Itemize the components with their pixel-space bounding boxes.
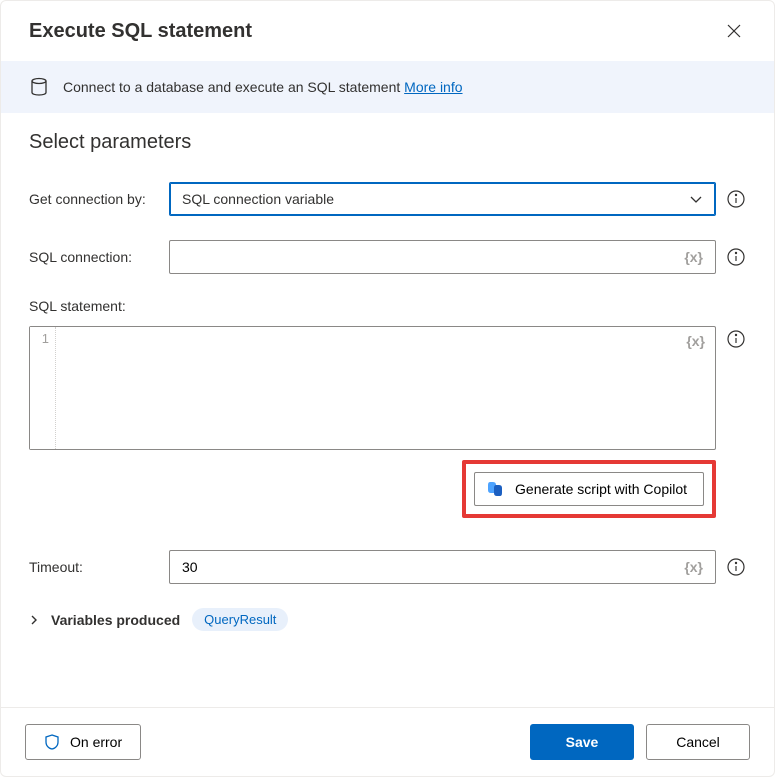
field-get-connection-by: Get connection by: SQL connection variab…: [29, 182, 746, 216]
chevron-right-icon: [29, 615, 39, 625]
sql-statement-label: SQL statement:: [29, 298, 169, 314]
sql-connection-input-wrap: {x}: [169, 240, 716, 274]
info-icon: [727, 190, 745, 208]
chevron-down-icon: [689, 192, 703, 206]
editor-body[interactable]: {x}: [56, 327, 715, 449]
variable-icon[interactable]: {x}: [684, 249, 703, 265]
field-sql-statement: SQL statement: 1 {x}: [29, 298, 746, 450]
get-connection-by-select[interactable]: SQL connection variable: [169, 182, 716, 216]
section-title: Select parameters: [29, 131, 746, 154]
timeout-input-wrap: {x}: [169, 550, 716, 584]
variable-icon[interactable]: {x}: [686, 333, 705, 349]
sql-statement-editor[interactable]: 1 {x}: [29, 326, 716, 450]
info-icon: [727, 248, 745, 266]
sql-connection-input[interactable]: [182, 249, 684, 265]
timeout-info[interactable]: [726, 557, 746, 577]
field-sql-connection: SQL connection: {x}: [29, 240, 746, 274]
get-connection-by-label: Get connection by:: [29, 191, 169, 207]
dialog-title: Execute SQL statement: [29, 20, 252, 43]
editor-gutter: 1: [30, 327, 56, 449]
on-error-label: On error: [70, 734, 122, 750]
sql-connection-label: SQL connection:: [29, 249, 169, 265]
variable-chip-queryresult[interactable]: QueryResult: [192, 608, 288, 631]
copilot-highlight: Generate script with Copilot: [462, 460, 716, 518]
sql-statement-info[interactable]: [726, 326, 746, 346]
info-icon: [727, 558, 745, 576]
dialog-header: Execute SQL statement: [1, 1, 774, 61]
info-icon: [727, 330, 745, 348]
copilot-icon: [485, 479, 505, 499]
variables-produced-row[interactable]: Variables produced QueryResult: [29, 608, 746, 631]
database-icon: [29, 77, 49, 97]
more-info-link[interactable]: More info: [404, 79, 462, 95]
dialog-footer: On error Save Cancel: [1, 707, 774, 776]
dialog-content: Select parameters Get connection by: SQL…: [1, 113, 774, 707]
timeout-label: Timeout:: [29, 559, 169, 575]
variable-icon[interactable]: {x}: [684, 559, 703, 575]
generate-script-copilot-button[interactable]: Generate script with Copilot: [474, 472, 704, 506]
get-connection-by-info[interactable]: [726, 189, 746, 209]
footer-actions: Save Cancel: [530, 724, 750, 760]
line-number: 1: [42, 331, 49, 346]
field-timeout: Timeout: {x}: [29, 550, 746, 584]
on-error-button[interactable]: On error: [25, 724, 141, 760]
close-button[interactable]: [722, 19, 746, 43]
copilot-row: Generate script with Copilot: [29, 460, 746, 518]
banner-text: Connect to a database and execute an SQL…: [63, 79, 463, 95]
save-button[interactable]: Save: [530, 724, 634, 760]
cancel-button[interactable]: Cancel: [646, 724, 750, 760]
timeout-input[interactable]: [182, 559, 684, 575]
variables-produced-label: Variables produced: [51, 612, 180, 628]
get-connection-by-value: SQL connection variable: [182, 191, 689, 207]
sql-connection-info[interactable]: [726, 247, 746, 267]
execute-sql-dialog: Execute SQL statement Connect to a datab…: [0, 0, 775, 777]
close-icon: [727, 24, 741, 38]
copilot-button-label: Generate script with Copilot: [515, 481, 687, 497]
shield-icon: [44, 734, 60, 750]
info-banner: Connect to a database and execute an SQL…: [1, 61, 774, 113]
